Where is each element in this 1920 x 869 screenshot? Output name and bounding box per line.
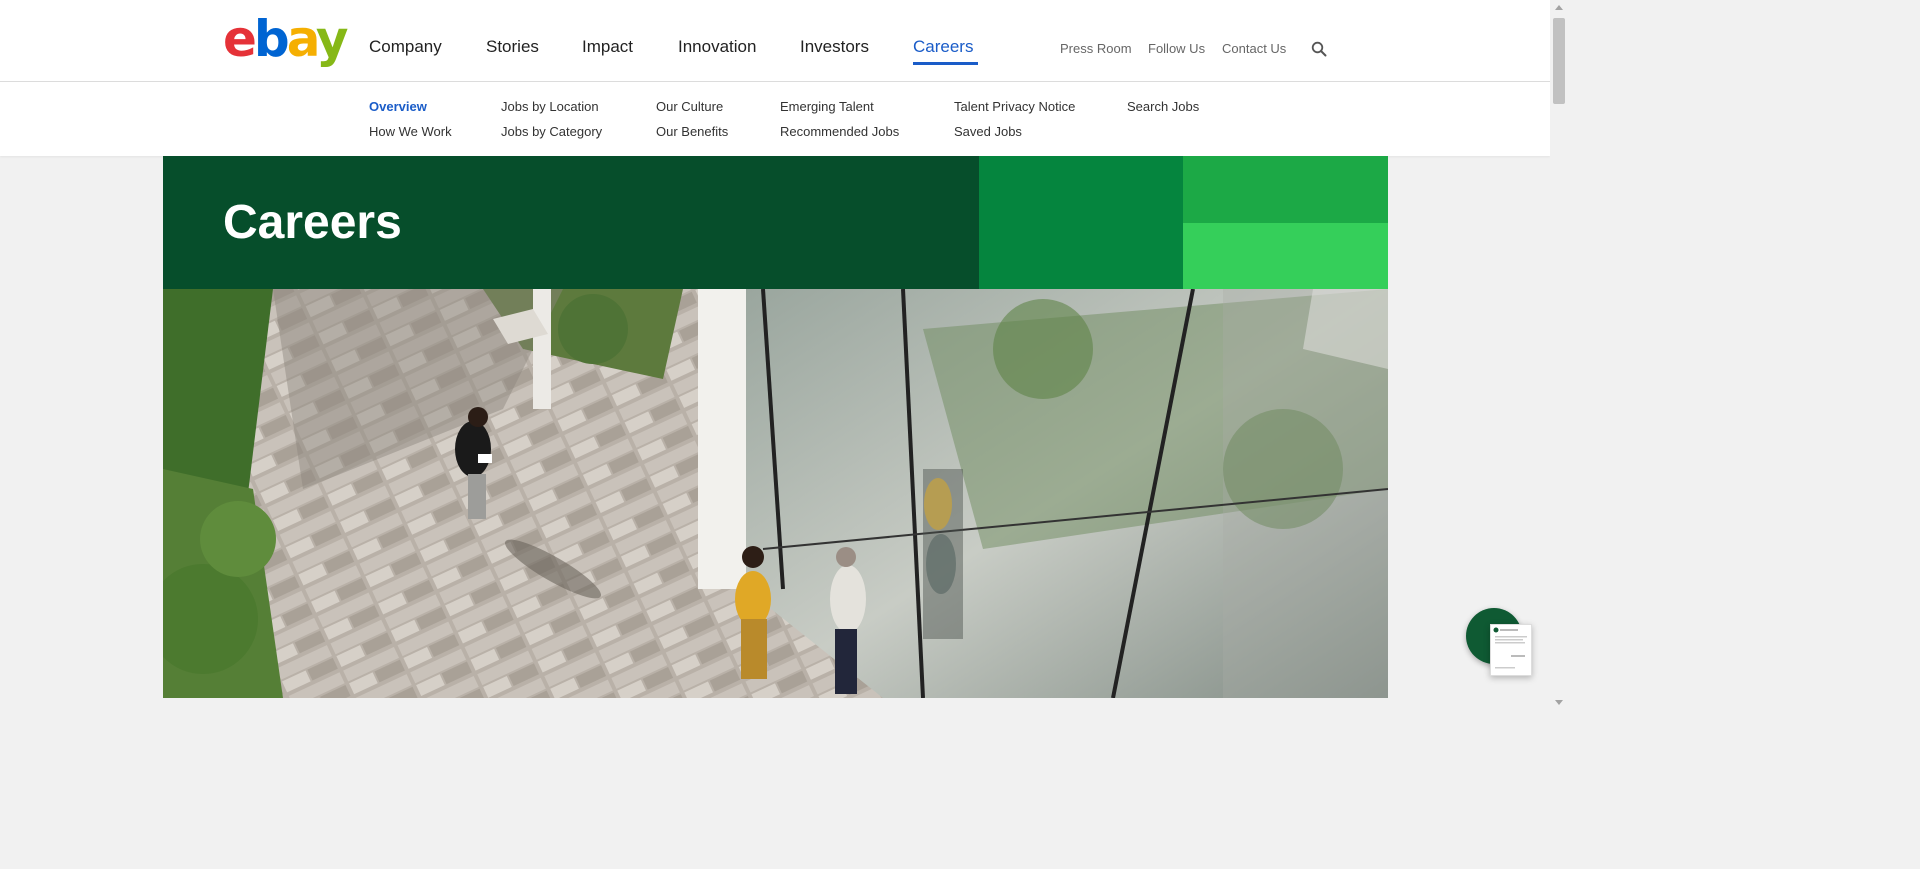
hero-banner: Careers	[163, 156, 1388, 289]
logo-letter-b: b	[253, 10, 290, 68]
hero-block-mid	[979, 156, 1183, 289]
nav-contact-us[interactable]: Contact Us	[1222, 41, 1286, 56]
page-scrollbar[interactable]	[1550, 0, 1568, 710]
active-nav-underline	[913, 62, 978, 65]
nav-careers[interactable]: Careers	[913, 37, 973, 57]
nav-impact[interactable]: Impact	[582, 37, 633, 57]
nav-investors[interactable]: Investors	[800, 37, 869, 57]
nav-innovation[interactable]: Innovation	[678, 37, 756, 57]
subnav-overview[interactable]: Overview	[369, 99, 427, 114]
nav-follow-us[interactable]: Follow Us	[1148, 41, 1205, 56]
logo-letter-y: y	[315, 10, 349, 68]
scroll-up-arrow-icon[interactable]	[1553, 2, 1565, 14]
logo-letter-a: a	[286, 10, 319, 68]
ebay-logo[interactable]: ebay	[223, 14, 348, 64]
nav-company[interactable]: Company	[369, 37, 442, 57]
subnav-jobs-by-location[interactable]: Jobs by Location	[501, 99, 599, 114]
page-title: Careers	[223, 196, 402, 249]
scrollbar-thumb[interactable]	[1553, 18, 1565, 104]
chat-preview-card[interactable]	[1490, 624, 1532, 676]
subnav-talent-privacy-notice[interactable]: Talent Privacy Notice	[954, 99, 1075, 114]
logo-letter-e: e	[223, 10, 257, 68]
top-navigation-bar: ebay Company Stories Impact Innovation I…	[0, 0, 1550, 82]
search-icon[interactable]	[1311, 41, 1327, 57]
careers-subnav: Overview How We Work Jobs by Location Jo…	[0, 82, 1550, 156]
subnav-our-benefits[interactable]: Our Benefits	[656, 124, 728, 139]
subnav-recommended-jobs[interactable]: Recommended Jobs	[780, 124, 899, 139]
nav-stories[interactable]: Stories	[486, 37, 539, 57]
office-courtyard-image	[163, 289, 1388, 698]
subnav-jobs-by-category[interactable]: Jobs by Category	[501, 124, 602, 139]
chat-preview-icon	[1493, 627, 1527, 669]
subnav-emerging-talent[interactable]: Emerging Talent	[780, 99, 874, 114]
subnav-our-culture[interactable]: Our Culture	[656, 99, 723, 114]
nav-press-room[interactable]: Press Room	[1060, 41, 1132, 56]
scroll-down-arrow-icon[interactable]	[1553, 696, 1565, 708]
hero-block-light	[1183, 223, 1388, 289]
subnav-saved-jobs[interactable]: Saved Jobs	[954, 124, 1022, 139]
hero-block-green	[1183, 156, 1388, 223]
hero-photo	[163, 289, 1388, 698]
subnav-how-we-work[interactable]: How We Work	[369, 124, 452, 139]
subnav-search-jobs[interactable]: Search Jobs	[1127, 99, 1199, 114]
